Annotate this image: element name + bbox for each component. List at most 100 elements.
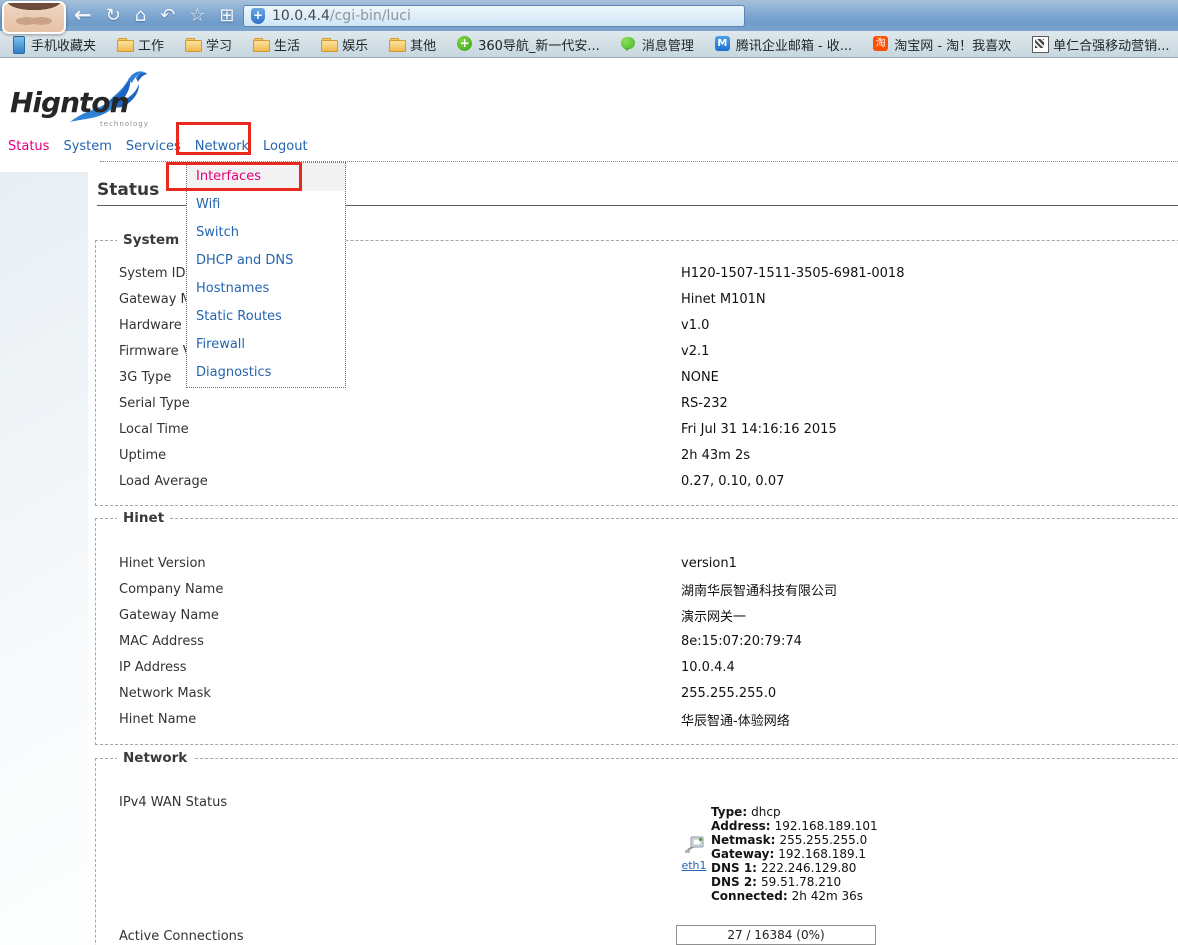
hinet-section-legend: Hinet (117, 510, 170, 526)
wan-detail-key: DNS 1: (711, 861, 757, 875)
address-bar[interactable]: + 10.0.4.4/cgi-bin/luci (243, 5, 745, 27)
table-row: Local TimeFri Jul 31 14:16:16 2015 (96, 416, 1178, 442)
nav-services[interactable]: Services (126, 139, 181, 154)
nav360-icon (457, 36, 473, 52)
menu-item-dhcp-and-dns[interactable]: DHCP and DNS (187, 247, 345, 275)
wan-detail-key: Type: (711, 805, 747, 819)
system-section-legend: System (117, 232, 185, 248)
bookmarks-bar: 手机收藏夹 工作 学习 生活 娱乐 其他 360导航_新一代安... 消息管理 腾讯企业邮箱 -… (0, 31, 1178, 58)
bookmark-item[interactable]: 工作 (117, 35, 164, 54)
nav-status[interactable]: Status (8, 139, 49, 154)
undo-icon[interactable]: ↶ (160, 0, 175, 31)
bookmark-item[interactable]: 淘宝网 - 淘！我喜欢 (873, 35, 1011, 54)
field-value: 10.0.4.4 (681, 660, 735, 675)
bookmark-label: 消息管理 (642, 35, 694, 54)
wan-detail-key: Connected: (711, 889, 788, 903)
wan-detail-value: 59.51.78.210 (761, 875, 841, 889)
bookmark-item[interactable]: 消息管理 (621, 35, 694, 54)
field-value: 2h 43m 2s (681, 448, 750, 463)
bookmark-label: 腾讯企业邮箱 - 收... (736, 35, 852, 54)
eth1-interface-link[interactable]: eth1 (674, 859, 714, 872)
field-value: Hinet M101N (681, 292, 766, 307)
wan-detail-key: DNS 2: (711, 875, 757, 889)
field-label: Uptime (119, 448, 681, 463)
home-icon[interactable]: ⌂ (135, 0, 146, 31)
site-icon (1032, 36, 1048, 52)
menu-item-hostnames[interactable]: Hostnames (187, 275, 345, 303)
wan-detail-value: 192.168.189.1 (778, 847, 866, 861)
field-value: v2.1 (681, 344, 709, 359)
menu-item-static-routes[interactable]: Static Routes (187, 303, 345, 331)
wan-detail-value: 222.246.129.80 (761, 861, 856, 875)
wan-status-label: IPv4 WAN Status (119, 795, 227, 810)
network-highlight-box (176, 122, 251, 155)
wan-detail-value: 2h 42m 36s (792, 889, 863, 903)
bookmark-item[interactable]: 生活 (253, 35, 300, 54)
bookmark-item[interactable]: 手机收藏夹 (10, 35, 96, 54)
main-nav: StatusSystemServicesNetworkLogout (8, 139, 308, 154)
interfaces-highlight-box (166, 162, 302, 191)
network-section: Network IPv4 WAN Status eth1 Type:dhcpAd… (95, 758, 1178, 945)
table-row: Gateway Name演示网关一 (96, 602, 1178, 628)
wan-details: Type:dhcpAddress:192.168.189.101Netmask:… (711, 805, 878, 903)
phone-icon (10, 36, 26, 52)
menu-item-switch[interactable]: Switch (187, 219, 345, 247)
nav-system[interactable]: System (63, 139, 111, 154)
menu-item-firewall[interactable]: Firewall (187, 331, 345, 359)
hinet-section: Hinet Hinet Versionversion1Company Name湖… (95, 518, 1178, 745)
bookmark-label: 生活 (274, 35, 300, 54)
table-row: Load Average0.27, 0.10, 0.07 (96, 468, 1178, 494)
wan-detail-line: DNS 2: 59.51.78.210 (711, 875, 878, 889)
refresh-icon[interactable]: ↻ (106, 0, 121, 31)
bookmark-item[interactable]: 腾讯企业邮箱 - 收... (715, 35, 852, 54)
field-value: 255.255.255.0 (681, 686, 776, 701)
bookmark-item[interactable]: 其他 (389, 35, 436, 54)
bookmark-item[interactable]: 360导航_新一代安... (457, 35, 600, 54)
field-label: Company Name (119, 582, 681, 597)
field-value: 8e:15:07:20:79:74 (681, 634, 802, 649)
bookmark-item[interactable]: 单仁合强移动营销... (1032, 35, 1169, 54)
url-host: 10.0.4.4 (272, 8, 330, 24)
field-value: v1.0 (681, 318, 709, 333)
logo-title: Hignton (10, 86, 129, 119)
user-avatar[interactable] (2, 1, 66, 34)
wan-detail-line: Address:192.168.189.101 (711, 819, 878, 833)
bookmark-label: 单仁合强移动营销... (1053, 35, 1169, 54)
wan-detail-line: DNS 1: 222.246.129.80 (711, 861, 878, 875)
back-icon[interactable]: ← (74, 0, 92, 31)
field-value: RS-232 (681, 396, 728, 411)
field-value: Fri Jul 31 14:16:16 2015 (681, 422, 837, 437)
nav-logout[interactable]: Logout (263, 139, 308, 154)
bookmark-label: 学习 (206, 35, 232, 54)
menu-item-diagnostics[interactable]: Diagnostics (187, 359, 345, 387)
wan-detail-value: dhcp (751, 805, 780, 819)
menu-item-wifi[interactable]: Wifi (187, 191, 345, 219)
field-label: Hinet Name (119, 712, 681, 727)
field-value: 湖南华辰智通科技有限公司 (681, 580, 837, 599)
taobao-icon (873, 36, 889, 52)
folder-icon (389, 36, 405, 52)
ethernet-device-icon (683, 835, 705, 855)
table-row: Hinet Versionversion1 (96, 550, 1178, 576)
field-value: NONE (681, 370, 719, 385)
field-value: version1 (681, 556, 737, 571)
wan-detail-key: Gateway: (711, 847, 774, 861)
apps-grid-icon[interactable]: ⊞ (219, 0, 234, 31)
table-row: Uptime2h 43m 2s (96, 442, 1178, 468)
bookmark-label: 娱乐 (342, 35, 368, 54)
field-label: Hinet Version (119, 556, 681, 571)
url-text: 10.0.4.4/cgi-bin/luci (272, 8, 411, 24)
table-row: Hinet Name华辰智通-体验网络 (96, 706, 1178, 732)
page-left-margin (0, 172, 88, 945)
logo-subtitle: technology (100, 120, 149, 128)
field-value: 华辰智通-体验网络 (681, 710, 790, 729)
favorite-star-icon[interactable]: ☆ (189, 0, 205, 31)
table-row: IP Address10.0.4.4 (96, 654, 1178, 680)
browser-toolbar: ← ↻ ⌂ ↶ ☆ ⊞ + 10.0.4.4/cgi-bin/luci (0, 0, 1178, 31)
brand-logo: Hignton technology (8, 72, 158, 138)
folder-icon (321, 36, 337, 52)
bookmark-item[interactable]: 学习 (185, 35, 232, 54)
wan-detail-line: Gateway: 192.168.189.1 (711, 847, 878, 861)
bookmark-item[interactable]: 娱乐 (321, 35, 368, 54)
url-path: /cgi-bin/luci (330, 8, 411, 24)
